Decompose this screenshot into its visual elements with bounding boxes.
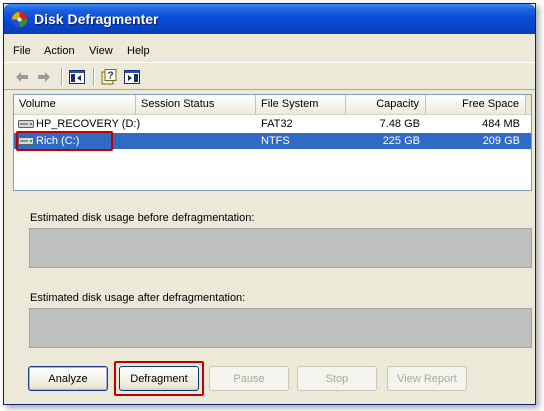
usage-before-label: Estimated disk usage before defragmentat… [30,212,255,224]
menu-action[interactable]: Action [41,44,78,58]
toolbar: ? [4,62,535,90]
toolbar-separator [61,68,63,86]
column-header-session-status[interactable]: Session Status [136,95,256,114]
volume-free-space: 484 MB [482,118,520,130]
stop-button[interactable]: Stop [297,366,377,391]
volume-name: HP_RECOVERY (D:) [36,118,141,130]
pause-button[interactable]: Pause [209,366,289,391]
volume-free-space: 209 GB [482,135,520,147]
properties-icon[interactable] [122,67,142,87]
volume-list[interactable]: Volume Session Status File System Capaci… [13,94,532,191]
defragment-button[interactable]: Defragment [119,366,199,391]
help-icon[interactable]: ? [99,67,119,87]
column-header-capacity[interactable]: Capacity [346,95,426,114]
column-header-free-space[interactable]: Free Space [426,95,526,114]
forward-arrow-icon[interactable] [34,67,54,87]
usage-before-display [29,228,532,268]
hard-drive-icon [18,120,34,128]
toolbar-separator [93,68,95,86]
menu-file[interactable]: File [10,44,34,58]
volume-row-hp-recovery[interactable]: HP_RECOVERY (D:) FAT32 7.48 GB 484 MB [14,116,531,132]
svg-text:?: ? [107,71,113,82]
analyze-button[interactable]: Analyze [28,366,108,391]
defragmenter-app-icon [11,11,28,28]
volume-capacity: 225 GB [382,135,420,147]
back-arrow-icon[interactable] [12,67,32,87]
hard-drive-icon [18,137,34,145]
usage-after-label: Estimated disk usage after defragmentati… [30,292,246,304]
volume-row-rich-c[interactable]: Rich (C:) NTFS 225 GB 209 GB [14,133,531,149]
volume-name: Rich (C:) [36,135,80,147]
view-report-button[interactable]: View Report [387,366,467,391]
volume-list-header: Volume Session Status File System Capaci… [14,95,531,115]
window-title: Disk Defragmenter [34,11,159,27]
menu-view[interactable]: View [86,44,116,58]
column-header-volume[interactable]: Volume [14,95,136,114]
show-hide-tree-icon[interactable] [67,67,87,87]
volume-file-system: FAT32 [261,118,293,130]
menu-bar: File Action View Help [4,41,535,61]
usage-after-display [29,308,532,348]
volume-capacity: 7.48 GB [379,118,420,130]
column-header-file-system[interactable]: File System [256,95,346,114]
menu-help[interactable]: Help [124,44,153,58]
volume-file-system: NTFS [261,135,290,147]
title-bar[interactable]: Disk Defragmenter [4,4,535,34]
disk-defragmenter-window: Disk Defragmenter File Action View Help [3,3,536,405]
